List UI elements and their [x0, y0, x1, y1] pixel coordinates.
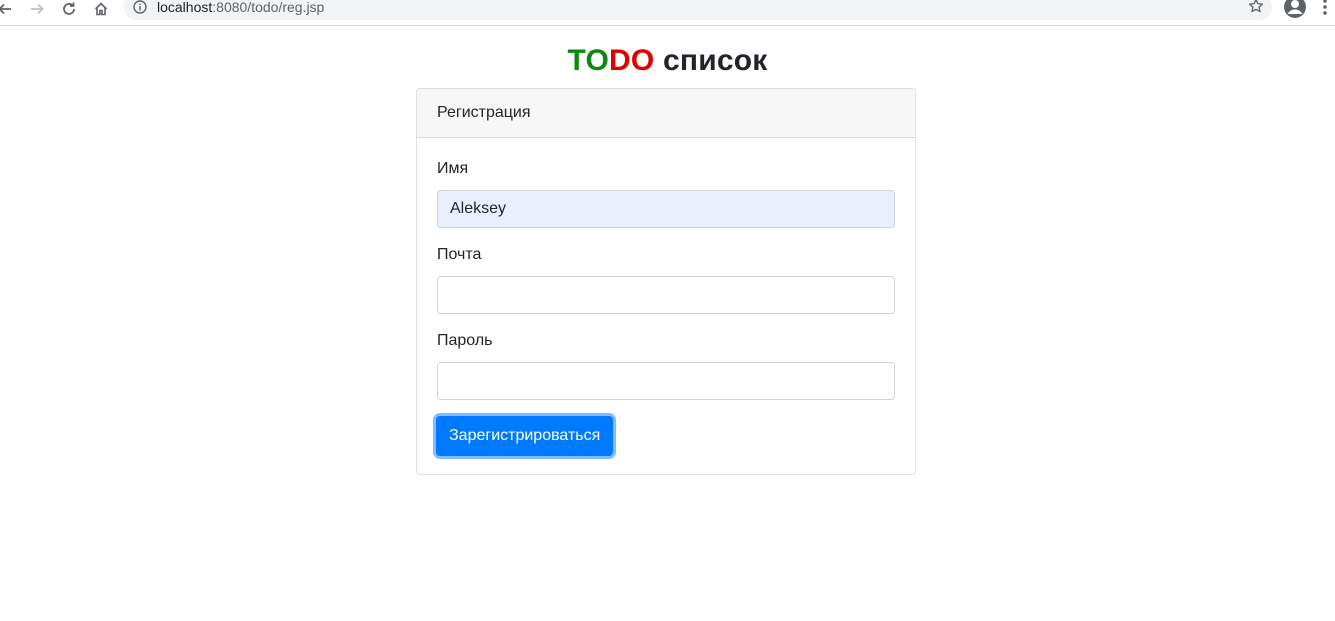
registration-card: Регистрация Имя Почта Пароль Зарегистрир… [416, 88, 916, 475]
card-header: Регистрация [417, 89, 915, 138]
browser-toolbar: localhost:8080/todo/reg.jsp [0, 0, 1335, 26]
info-icon[interactable] [133, 0, 147, 14]
star-icon[interactable] [1248, 0, 1264, 14]
more-vertical-icon[interactable] [1320, 0, 1330, 18]
email-input[interactable] [437, 276, 895, 314]
back-button[interactable] [0, 0, 16, 18]
reload-icon [63, 2, 75, 15]
url-path: :8080/todo/reg.jsp [212, 0, 325, 15]
password-input[interactable] [437, 362, 895, 400]
title-do: DO [609, 44, 655, 77]
url-text: localhost:8080/todo/reg.jsp [157, 0, 324, 15]
forward-button[interactable] [26, 0, 48, 18]
title-rest: список [654, 44, 768, 77]
page-title: TODO список [0, 44, 1335, 78]
home-icon [94, 2, 108, 16]
name-label: Имя [437, 160, 469, 177]
arrow-left-icon [0, 3, 11, 15]
account-circle-icon[interactable] [1283, 0, 1307, 19]
name-input[interactable] [437, 190, 895, 228]
password-label: Пароль [437, 332, 493, 349]
home-button[interactable] [90, 0, 112, 18]
address-bar[interactable]: localhost:8080/todo/reg.jsp [124, 0, 1272, 20]
arrow-right-icon [31, 3, 44, 15]
reload-button[interactable] [58, 0, 80, 18]
register-button[interactable]: Зарегистрироваться [436, 416, 614, 456]
title-to: TO [567, 44, 610, 77]
url-host: localhost [157, 0, 213, 15]
email-label: Почта [437, 246, 482, 263]
